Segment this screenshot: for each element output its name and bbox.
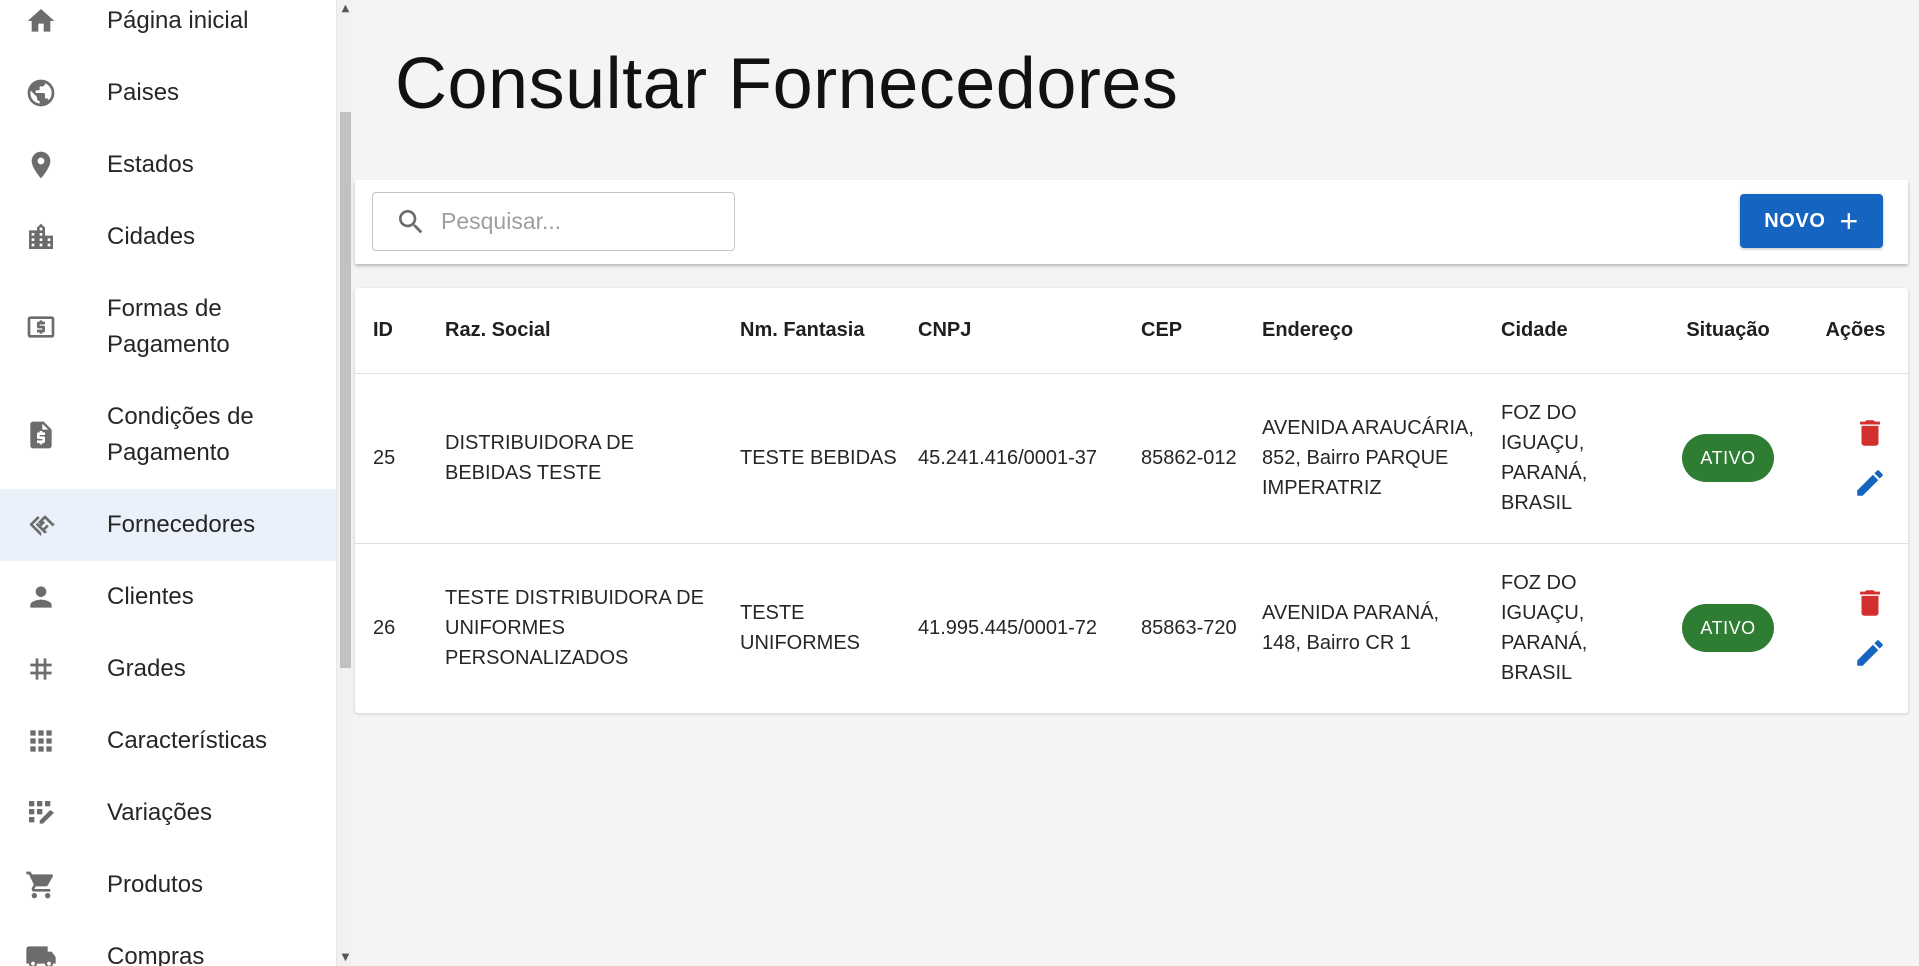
sidebar-item-label: Estados [107,151,194,178]
row-actions [1831,585,1908,671]
home-icon [21,1,61,41]
column-header-cidade[interactable]: Cidade [1483,288,1653,374]
sidebar-item-label: Formas de Pagamento [107,295,230,358]
sidebar-item-estados[interactable]: Estados [0,129,336,201]
column-header-cnpj[interactable]: CNPJ [900,288,1123,374]
sidebar-item-produtos[interactable]: Produtos [0,849,336,921]
sidebar-item-grades[interactable]: Grades [0,633,336,705]
pencil-icon [1856,470,1883,496]
cell-razao-social: DISTRIBUIDORA DE BEBIDAS TESTE [427,373,722,544]
sidebar-item-condicoes-de-pagamento[interactable]: Condições de Pagamento [0,381,336,489]
sidebar-item-label: Paises [107,79,180,106]
cell-id: 26 [355,543,427,714]
sidebar-item-label: Características [107,727,268,754]
cell-id: 25 [355,373,427,544]
cell-cidade: FOZ DO IGUAÇU, PARANÁ, BRASIL [1483,543,1653,714]
trash-icon [1859,590,1880,616]
delete-button[interactable] [1852,585,1888,621]
status-badge: ATIVO [1682,434,1774,482]
sidebar-item-label: Compras [107,943,205,966]
scroll-down-arrow-icon[interactable]: ▼ [337,949,354,966]
status-badge: ATIVO [1682,604,1774,652]
suppliers-table-card: ID Raz. Social Nm. Fantasia CNPJ CEP End… [355,288,1908,714]
cell-acoes [1803,373,1908,544]
column-header-id[interactable]: ID [355,288,427,374]
column-header-endereco[interactable]: Endereço [1244,288,1483,374]
sidebar-item-label: Grades [107,655,186,682]
toolbar: NOVO + [355,180,1908,264]
search-icon [399,209,423,233]
edit-button[interactable] [1852,465,1888,501]
cell-cnpj: 45.241.416/0001-37 [900,373,1123,544]
column-header-razao-social[interactable]: Raz. Social [427,288,722,374]
payment-card-icon [21,307,61,347]
pencil-icon [1856,640,1883,666]
search-input[interactable] [441,208,721,235]
column-header-nome-fantasia[interactable]: Nm. Fantasia [722,288,900,374]
column-header-acoes: Ações [1803,288,1908,374]
scroll-up-arrow-icon[interactable]: ▲ [337,0,354,17]
sidebar: Página inicial Paises Estados Cidades Fo… [0,0,336,966]
sidebar-item-cidades[interactable]: Cidades [0,201,336,273]
edit-button[interactable] [1852,635,1888,671]
cell-cnpj: 41.995.445/0001-72 [900,543,1123,714]
cell-razao-social: TESTE DISTRIBUIDORA DE UNIFORMES PERSONA… [427,543,722,714]
city-icon [21,217,61,257]
sidebar-item-label: Produtos [107,871,204,898]
hash-icon [21,649,61,689]
sidebar-item-paises[interactable]: Paises [0,57,336,129]
cell-situacao: ATIVO [1653,543,1803,714]
cell-nome-fantasia: TESTE UNIFORMES [722,543,900,714]
suppliers-table: ID Raz. Social Nm. Fantasia CNPJ CEP End… [355,288,1908,714]
person-icon [21,577,61,617]
trash-icon [1859,420,1880,446]
sidebar-item-label: Fornecedores [107,511,256,538]
grid-apps-icon [21,721,61,761]
sidebar-item-clientes[interactable]: Clientes [0,561,336,633]
table-header-row: ID Raz. Social Nm. Fantasia CNPJ CEP End… [355,288,1908,374]
sidebar-item-caracteristicas[interactable]: Características [0,705,336,777]
cell-endereco: AVENIDA PARANÁ, 148, Bairro CR 1 [1244,543,1483,714]
grid-edit-icon [21,793,61,833]
cell-situacao: ATIVO [1653,373,1803,544]
column-header-situacao[interactable]: Situação [1653,288,1803,374]
sidebar-item-compras[interactable]: Compras [0,921,336,966]
cell-cidade: FOZ DO IGUAÇU, PARANÁ, BRASIL [1483,373,1653,544]
location-pin-icon [21,145,61,185]
sidebar-item-fornecedores[interactable]: Fornecedores [0,489,336,561]
plus-icon: + [1839,203,1859,239]
handshake-icon [21,505,61,545]
scroll-thumb[interactable] [340,112,351,668]
search-box[interactable] [372,192,735,251]
sidebar-item-formas-de-pagamento[interactable]: Formas de Pagamento [0,273,336,381]
cell-acoes [1803,543,1908,714]
column-header-cep[interactable]: CEP [1123,288,1244,374]
cell-endereco: AVENIDA ARAUCÁRIA, 852, Bairro PARQUE IM… [1244,373,1483,544]
delete-button[interactable] [1852,415,1888,451]
table-row: 25 DISTRIBUIDORA DE BEBIDAS TESTE TESTE … [355,373,1908,544]
sidebar-item-variacoes[interactable]: Variações [0,777,336,849]
sidebar-item-pagina-inicial[interactable]: Página inicial [0,0,336,57]
invoice-dollar-icon [21,415,61,455]
globe-icon [21,73,61,113]
sidebar-item-label: Variações [107,799,212,826]
sidebar-item-label: Clientes [107,583,194,610]
row-actions [1831,415,1908,501]
sidebar-scrollbar[interactable]: ▲ ▼ [336,0,353,966]
shopping-cart-icon [21,865,61,905]
new-button-label: NOVO [1764,209,1826,232]
cell-cep: 85863-720 [1123,543,1244,714]
sidebar-item-label: Condições de Pagamento [107,403,254,466]
sidebar-item-label: Cidades [107,223,196,250]
cell-nome-fantasia: TESTE BEBIDAS [722,373,900,544]
cell-cep: 85862-012 [1123,373,1244,544]
sidebar-list: Página inicial Paises Estados Cidades Fo… [0,0,336,966]
page-title: Consultar Fornecedores [395,44,1179,124]
sidebar-item-label: Página inicial [107,7,249,34]
table-row: 26 TESTE DISTRIBUIDORA DE UNIFORMES PERS… [355,543,1908,714]
truck-dollar-icon [21,937,61,966]
new-button[interactable]: NOVO + [1740,194,1883,248]
